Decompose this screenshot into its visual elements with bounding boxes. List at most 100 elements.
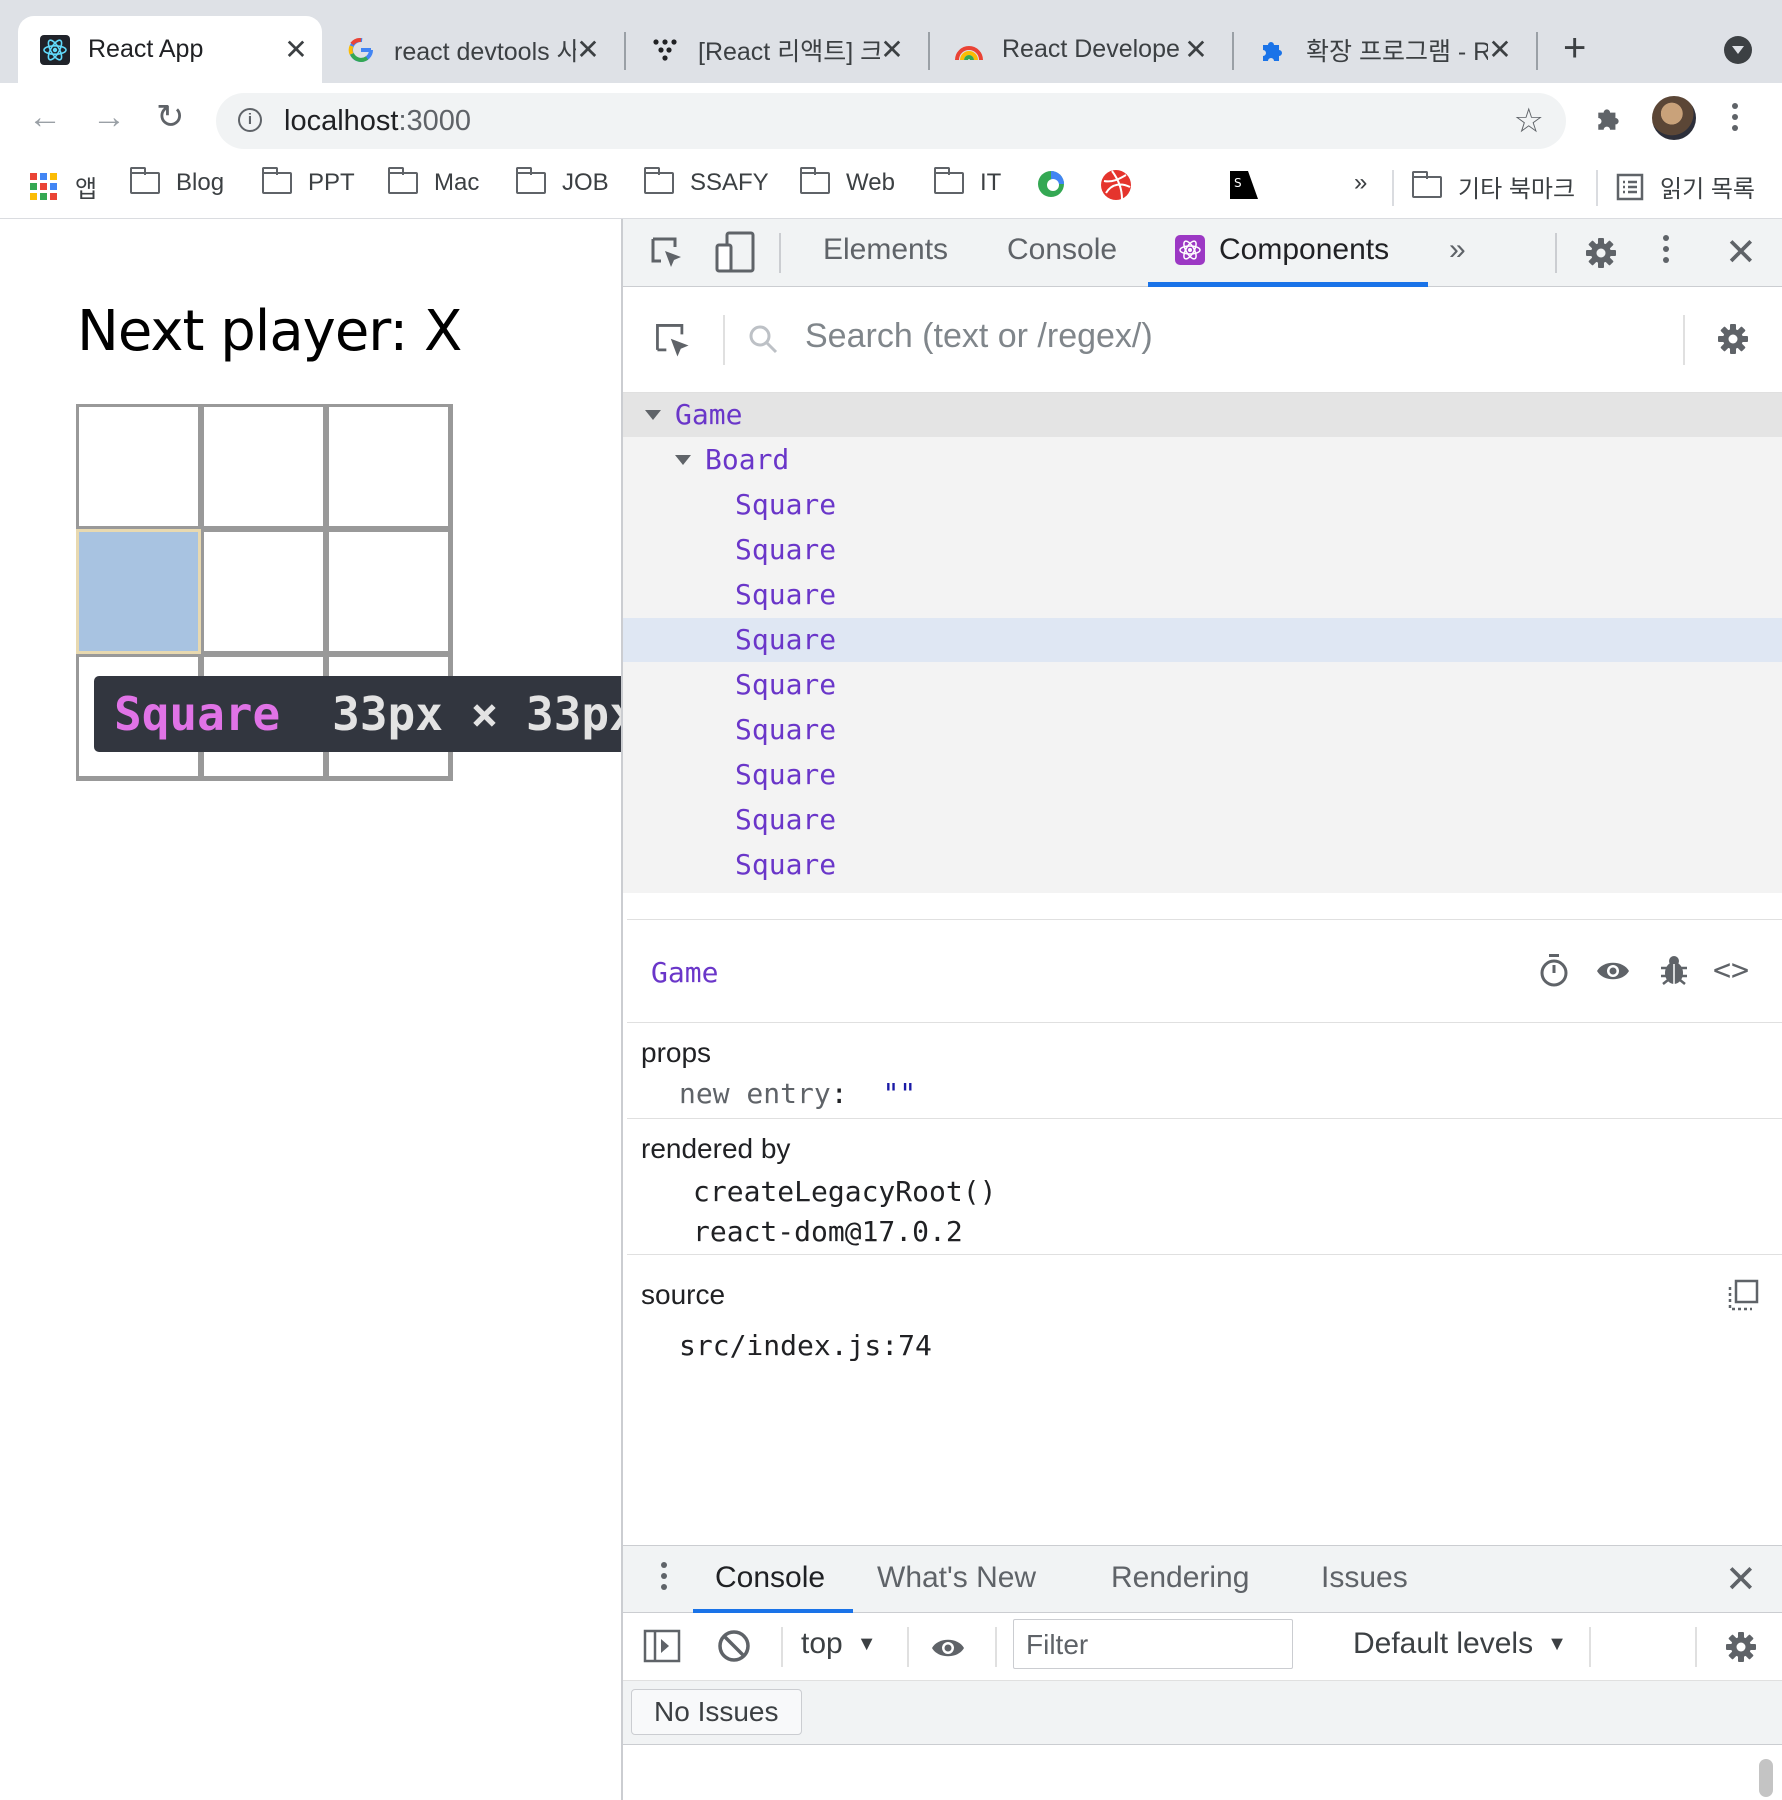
expand-caret-icon[interactable] — [645, 410, 661, 420]
bookmark-s-logo[interactable]: S — [1228, 169, 1260, 201]
tree-node-square[interactable]: Square — [623, 753, 1782, 797]
close-tab-icon[interactable]: ✕ — [284, 33, 308, 66]
tab-extensions[interactable]: 확장 프로그램 - Re ✕ — [1236, 16, 1526, 83]
tree-node-square[interactable]: Square — [623, 708, 1782, 752]
board-square[interactable] — [201, 404, 326, 529]
eye-icon[interactable] — [1595, 954, 1629, 988]
console-settings-gear-icon[interactable] — [1725, 1631, 1757, 1663]
drawer-tab-issues[interactable]: Issues — [1321, 1561, 1408, 1595]
new-tab-plus-icon[interactable]: + — [1563, 28, 1586, 68]
site-info-icon[interactable]: i — [238, 108, 262, 132]
prop-row[interactable]: new entry: "" — [679, 1077, 916, 1110]
select-component-icon[interactable] — [653, 321, 693, 366]
tree-node-square[interactable]: Square — [623, 798, 1782, 842]
tree-node-square[interactable]: Square — [623, 663, 1782, 707]
browser-menu-icon[interactable] — [1732, 103, 1740, 136]
board-square[interactable] — [76, 529, 201, 654]
tab-react-app[interactable]: React App ✕ — [18, 16, 322, 83]
bookmark-mac[interactable]: Mac — [388, 167, 479, 197]
components-search-input[interactable]: Search (text or /regex/) — [805, 317, 1153, 356]
bookmark-apps[interactable]: 앱 — [30, 169, 97, 204]
bookmark-job[interactable]: JOB — [516, 167, 609, 197]
bookmark-star-icon[interactable]: ☆ — [1514, 101, 1544, 141]
toolbar-separator — [1589, 1627, 1591, 1667]
tab-console[interactable]: Console — [1007, 233, 1117, 267]
bookmark-separator — [1596, 170, 1598, 206]
bookmark-ssafy[interactable]: SSAFY — [644, 167, 769, 197]
expand-caret-icon[interactable] — [675, 455, 691, 465]
tab-elements[interactable]: Elements — [823, 233, 948, 267]
reload-icon[interactable]: ↻ — [156, 97, 185, 137]
console-filter-input[interactable]: Filter — [1013, 1619, 1293, 1669]
stopwatch-icon[interactable] — [1537, 954, 1571, 988]
close-tab-icon[interactable]: ✕ — [880, 33, 904, 66]
folder-icon — [800, 167, 830, 194]
tab-react-devtools[interactable]: react devtools 사 ✕ — [324, 16, 614, 83]
more-tabs-chevron-icon[interactable]: » — [1449, 233, 1466, 267]
tree-node-board[interactable]: Board — [623, 438, 1782, 482]
bookmark-web[interactable]: Web — [800, 167, 895, 197]
device-toolbar-icon[interactable] — [715, 231, 755, 278]
component-tree: Game Board Square Square Square Square Square S… — [623, 393, 1782, 893]
url-text[interactable]: localhost:3000 — [284, 105, 471, 138]
view-source-icon[interactable]: <> — [1713, 954, 1749, 988]
tree-node-square[interactable]: Square — [623, 843, 1782, 887]
close-tab-icon[interactable]: ✕ — [576, 33, 600, 66]
no-issues-badge[interactable]: No Issues — [631, 1689, 802, 1735]
inspected-component-name: Game — [651, 956, 719, 989]
open-source-icon[interactable] — [1727, 1279, 1759, 1316]
board-square[interactable] — [201, 529, 326, 654]
live-expression-eye-icon[interactable] — [929, 1635, 967, 1666]
drawer-menu-icon[interactable] — [661, 1562, 669, 1595]
inspect-element-icon[interactable] — [649, 235, 685, 276]
devtools-menu-icon[interactable] — [1663, 235, 1671, 268]
bookmark-other-folder[interactable]: 기타 북마크 — [1412, 169, 1575, 204]
clear-console-icon[interactable] — [717, 1629, 751, 1668]
bookmark-it[interactable]: IT — [934, 167, 1001, 197]
bug-icon[interactable] — [1657, 954, 1691, 988]
bookmarks-more-chevron[interactable]: » — [1354, 169, 1367, 197]
close-tab-icon[interactable]: ✕ — [1488, 33, 1512, 66]
tree-node-square[interactable]: Square — [623, 573, 1782, 617]
tree-node-game[interactable]: Game — [623, 393, 1782, 437]
inspected-component-header: Game <> — [627, 919, 1782, 1023]
close-tab-icon[interactable]: ✕ — [1184, 33, 1208, 66]
context-selector[interactable]: top ▼ — [801, 1627, 877, 1661]
board-square[interactable] — [326, 404, 451, 529]
bookmark-dribbble-logo[interactable] — [1100, 169, 1132, 201]
drawer-tab-console[interactable]: Console — [715, 1561, 825, 1595]
forward-arrow-icon[interactable]: → — [92, 97, 126, 137]
tree-node-square[interactable]: Square — [623, 528, 1782, 572]
drawer-tab-whats-new[interactable]: What's New — [877, 1561, 1036, 1595]
close-devtools-icon[interactable]: ✕ — [1725, 234, 1757, 272]
back-arrow-icon[interactable]: ← — [28, 97, 62, 137]
prop-value[interactable]: "" — [882, 1077, 916, 1110]
sidebar-toggle-icon[interactable] — [643, 1629, 681, 1668]
tree-node-square[interactable]: Square — [623, 483, 1782, 527]
profile-avatar[interactable] — [1652, 96, 1696, 140]
board-square[interactable] — [326, 529, 451, 654]
bookmark-ppt[interactable]: PPT — [262, 167, 355, 197]
settings-gear-icon[interactable] — [1585, 237, 1617, 269]
tree-node-label: Square — [735, 803, 837, 836]
tab-search-icon[interactable] — [1724, 36, 1752, 64]
address-bar[interactable]: i localhost:3000 ☆ — [216, 93, 1566, 149]
tab-react-developer-tools[interactable]: React Develope ✕ — [932, 16, 1222, 83]
reading-list-button[interactable]: 읽기 목록 — [1616, 169, 1755, 204]
bookmark-label: SSAFY — [690, 169, 769, 196]
drawer-tab-rendering[interactable]: Rendering — [1111, 1561, 1249, 1595]
tab-components[interactable]: Components — [1175, 233, 1389, 267]
components-settings-gear-icon[interactable] — [1717, 323, 1749, 355]
close-drawer-icon[interactable]: ✕ — [1725, 1561, 1757, 1599]
apps-grid-icon — [30, 173, 57, 200]
toolbar-separator — [1555, 233, 1557, 273]
extensions-puzlle-icon[interactable] — [1594, 103, 1624, 138]
tree-node-square[interactable]: Square — [623, 618, 1782, 662]
source-location[interactable]: src/index.js:74 — [679, 1329, 932, 1362]
bookmark-blog[interactable]: Blog — [130, 167, 224, 197]
bookmark-edge-logo[interactable] — [1036, 169, 1066, 199]
board-square[interactable] — [76, 404, 201, 529]
tab-react-korean[interactable]: [React 리액트] 크 ✕ — [628, 16, 918, 83]
log-levels-dropdown[interactable]: Default levels ▼ — [1353, 1627, 1567, 1661]
console-scrollbar[interactable] — [1759, 1759, 1773, 1797]
